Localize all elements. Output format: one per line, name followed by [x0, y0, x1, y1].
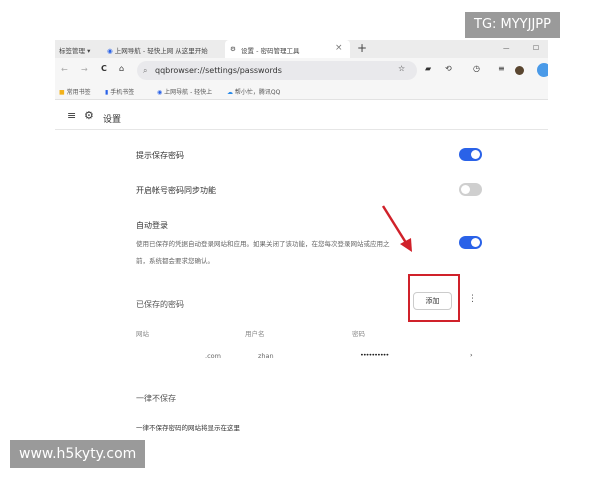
watermark-bottom: www.h5kyty.com — [10, 440, 146, 468]
auto-login-toggle[interactable] — [459, 236, 482, 249]
star-icon[interactable]: ☆ — [398, 64, 405, 73]
tab-settings[interactable]: ⚙ 设置 - 密码管理工具 × — [225, 40, 350, 58]
avatar[interactable] — [515, 66, 524, 75]
tab-manager[interactable]: 标签管理 ▾ — [59, 45, 90, 55]
bookmark-qq[interactable]: ☁ 帮小忙，腾讯QQ — [227, 87, 280, 96]
tab-nav[interactable]: ◉ 上网导航 - 轻快上网 从这里开始 — [107, 45, 208, 55]
never-save-title: 一律不保存 — [136, 394, 176, 403]
row-password: •••••••••• — [360, 351, 389, 359]
back-icon[interactable]: ← — [61, 65, 68, 74]
forward-icon[interactable]: → — [81, 65, 88, 74]
folder-icon: ■ — [59, 89, 65, 96]
saved-passwords-title: 已保存的密码 — [136, 300, 184, 309]
qq-icon: ◉ — [157, 89, 163, 96]
reload-icon[interactable]: C — [101, 64, 107, 73]
column-password: 密码 — [352, 330, 365, 338]
toolbar: ← → C ⌂ ⌕ qqbrowser://settings/passwords… — [55, 58, 548, 83]
more-options-icon[interactable]: ⋮ — [468, 294, 477, 304]
never-save-desc: 一律不保存密码的网站将显示在这里 — [136, 424, 240, 432]
add-button[interactable]: 添加 — [413, 292, 452, 310]
extension-icon[interactable]: ▰ — [425, 64, 431, 73]
gear-icon: ⚙ — [84, 109, 94, 122]
cloud-icon: ☁ — [227, 89, 233, 96]
table-row[interactable]: .com zhan •••••••••• › — [130, 348, 485, 366]
sync-icon[interactable]: ⟲ — [445, 64, 452, 73]
row-username: zhan — [258, 352, 274, 360]
bookmarks-bar: ■ 常用书签 ▮ 手机书签 ◉ 上网导航 - 轻快上 ☁ 帮小忙，腾讯QQ — [55, 83, 548, 100]
address-bar[interactable]: ⌕ qqbrowser://settings/passwords — [137, 61, 417, 80]
qq-icon: ◉ — [107, 47, 113, 55]
bookmark-mobile[interactable]: ▮ 手机书签 — [105, 87, 134, 96]
menu-icon[interactable]: ≡ — [498, 64, 505, 73]
column-username: 用户名 — [245, 330, 265, 338]
red-arrow-annotation — [381, 205, 412, 252]
close-tab-icon[interactable]: × — [335, 43, 343, 53]
settings-header: ≡ ⚙ 设置 — [55, 104, 548, 130]
chevron-right-icon[interactable]: › — [470, 351, 473, 359]
offer-save-label: 提示保存密码 — [136, 151, 184, 160]
column-site: 网站 — [136, 330, 149, 338]
new-tab-button[interactable]: + — [357, 41, 367, 55]
search-icon: ⌕ — [143, 66, 148, 75]
sync-toggle[interactable] — [459, 183, 482, 196]
page-title: 设置 — [103, 115, 122, 125]
gear-icon: ⚙ — [230, 45, 236, 53]
profile-icon[interactable] — [537, 63, 548, 77]
offer-save-toggle[interactable] — [459, 148, 482, 161]
menu-icon[interactable]: ≡ — [67, 109, 76, 122]
sync-label: 开启帐号密码同步功能 — [136, 186, 216, 195]
auto-login-label: 自动登录 — [136, 221, 168, 230]
auto-login-desc: 使用已保存的凭据自动登录网站和应用。如果关闭了该功能，在您每次登录网站或应用之 — [136, 240, 390, 248]
home-icon[interactable]: ⌂ — [119, 64, 124, 73]
minimize-icon[interactable]: — — [503, 44, 510, 52]
history-icon[interactable]: ◷ — [473, 64, 480, 73]
maximize-icon[interactable]: ☐ — [533, 44, 539, 52]
auto-login-desc-2: 前，系统都会要求您确认。 — [136, 257, 214, 265]
tab-bar: 标签管理 ▾ ◉ 上网导航 - 轻快上网 从这里开始 ⚙ 设置 - 密码管理工具… — [55, 40, 548, 58]
watermark-top: TG: MYYJJPP — [465, 12, 560, 38]
bookmark-common[interactable]: ■ 常用书签 — [59, 87, 91, 96]
bookmark-nav[interactable]: ◉ 上网导航 - 轻快上 — [157, 87, 212, 96]
bookmark-icon: ▮ — [105, 89, 109, 96]
row-site: .com — [205, 352, 221, 360]
